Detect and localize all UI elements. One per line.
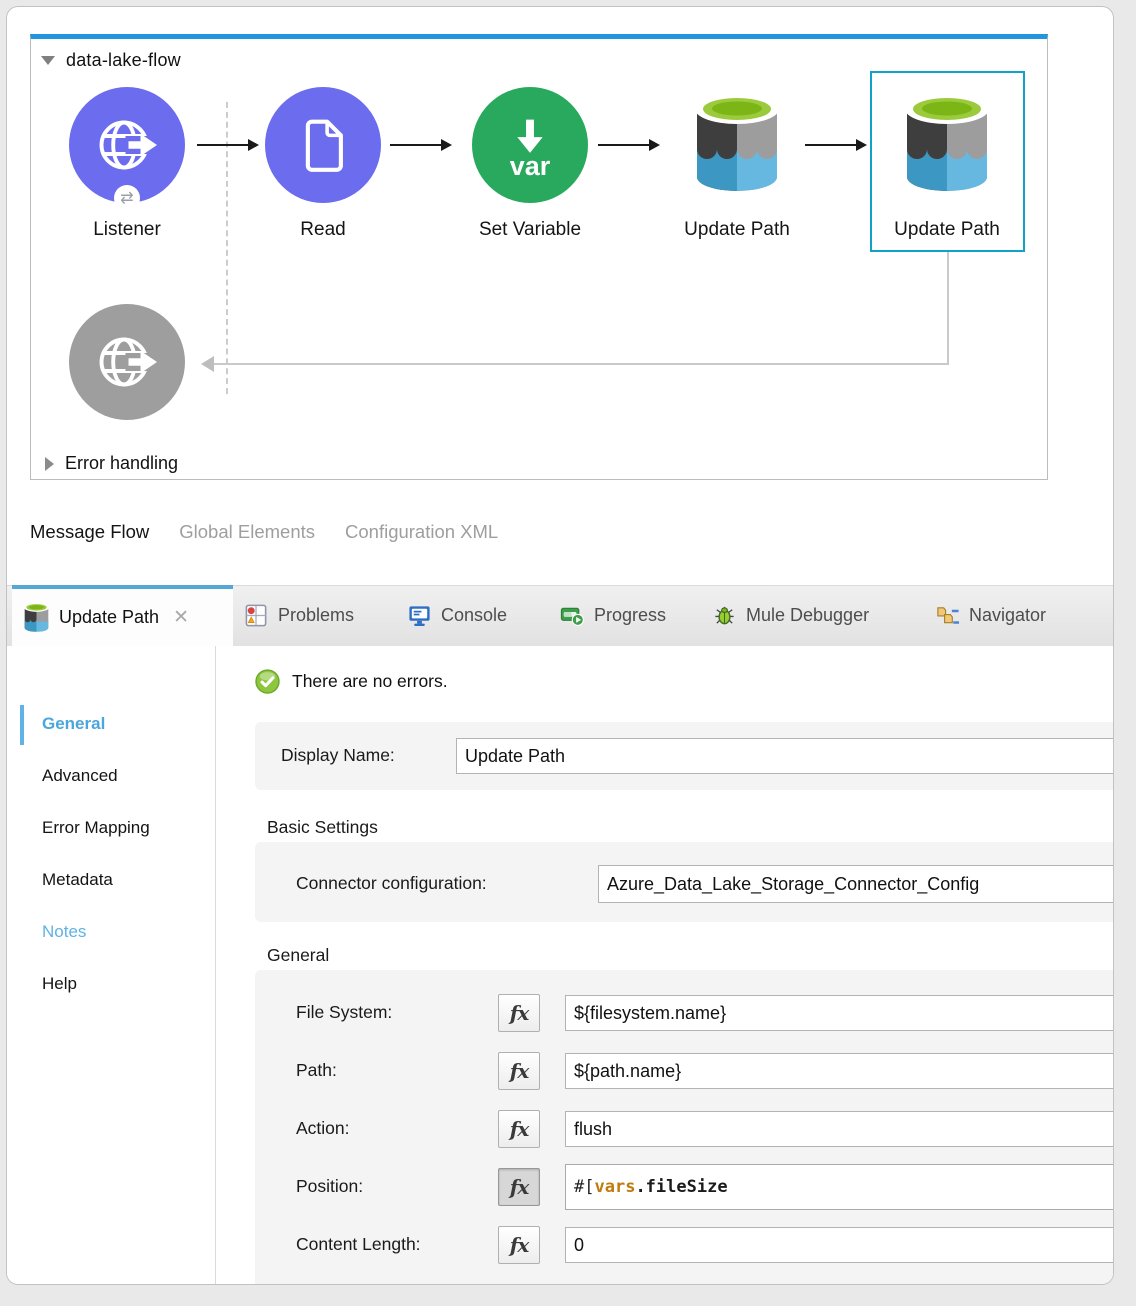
http-listener-gray-icon: [91, 326, 163, 398]
tab-update-path[interactable]: Update Path ✕: [12, 585, 233, 646]
flow-title: data-lake-flow: [66, 50, 181, 71]
adls-cylinder-icon: [23, 602, 50, 633]
node-label: Update Path: [647, 219, 827, 241]
error-handling-section[interactable]: Error handling: [45, 453, 178, 474]
tab-message-flow[interactable]: Message Flow: [30, 521, 149, 543]
check-icon: [255, 669, 280, 694]
fx-icon: fx: [510, 1117, 529, 1141]
fx-toggle-button-active[interactable]: fx: [498, 1168, 540, 1206]
node-label: Set Variable: [440, 219, 620, 241]
tab-mule-debugger[interactable]: Mule Debugger: [712, 585, 869, 646]
sidebar-item-metadata[interactable]: Metadata: [42, 870, 113, 890]
console-icon: [407, 603, 432, 628]
position-expression-input[interactable]: #[ vars .fileSize: [565, 1164, 1114, 1210]
file-system-input[interactable]: [565, 995, 1114, 1031]
fx-icon: fx: [510, 1233, 529, 1257]
flow-arrow: [197, 144, 257, 146]
var-text: var: [510, 151, 551, 181]
basic-settings-panel: Connector configuration:: [255, 842, 1114, 922]
file-system-label: File System:: [296, 1002, 392, 1023]
display-name-panel: Display Name:: [255, 722, 1114, 790]
flow-node-response-listener[interactable]: [69, 304, 185, 420]
flow-arrow: [390, 144, 450, 146]
editor-view-tabs: Message Flow Global Elements Configurati…: [30, 521, 498, 543]
sidebar-divider: [215, 646, 216, 1285]
fx-icon: fx: [510, 1175, 529, 1199]
tab-console[interactable]: Console: [407, 585, 507, 646]
flow-header[interactable]: data-lake-flow: [41, 50, 181, 71]
adls-cylinder-icon: [693, 91, 781, 195]
flow-node-set-variable[interactable]: var: [472, 87, 588, 203]
content-length-input[interactable]: [565, 1227, 1114, 1263]
content-length-label: Content Length:: [296, 1234, 421, 1255]
fx-toggle-button[interactable]: fx: [498, 994, 540, 1032]
flow-node-update-path-2[interactable]: [903, 91, 991, 200]
sidebar-item-help[interactable]: Help: [42, 974, 77, 994]
flow-arrow: [598, 144, 658, 146]
tab-global-elements[interactable]: Global Elements: [179, 521, 315, 543]
fx-toggle-button[interactable]: fx: [498, 1226, 540, 1264]
tab-label: Navigator: [969, 605, 1046, 626]
listener-exchange-badge: ⇄: [114, 185, 140, 211]
tab-label: Console: [441, 605, 507, 626]
flow-node-read[interactable]: [265, 87, 381, 203]
fx-icon: fx: [510, 1001, 529, 1025]
tab-label: Progress: [594, 605, 666, 626]
active-tab-label: Update Path: [59, 607, 159, 628]
fx-toggle-button[interactable]: fx: [498, 1110, 540, 1148]
path-label: Path:: [296, 1060, 337, 1081]
expression-prefix: #[: [574, 1177, 594, 1197]
path-input[interactable]: [565, 1053, 1114, 1089]
studio-window: data-lake-flow ⇄ Listener Read: [6, 6, 1114, 1285]
general-heading: General: [267, 945, 329, 966]
node-label: Listener: [37, 219, 217, 241]
tab-navigator[interactable]: Navigator: [935, 585, 1046, 646]
general-panel: File System: fx Path: fx Action: fx Posi…: [255, 970, 1114, 1285]
status-text: There are no errors.: [292, 671, 448, 692]
close-icon[interactable]: ✕: [173, 606, 189, 629]
fx-icon: fx: [510, 1059, 529, 1083]
return-connection-vertical: [947, 252, 949, 365]
navigator-icon: [935, 603, 960, 628]
connector-config-label: Connector configuration:: [296, 873, 487, 894]
tab-problems[interactable]: Problems: [244, 585, 354, 646]
connector-config-combo[interactable]: [598, 865, 1114, 903]
sidebar-item-notes[interactable]: Notes: [42, 922, 86, 942]
flow-node-update-path-1[interactable]: [693, 91, 781, 200]
tab-label: Problems: [278, 605, 354, 626]
expression-var: vars: [594, 1177, 635, 1197]
read-file-icon: [290, 112, 356, 178]
http-listener-icon: [91, 109, 163, 181]
return-arrowhead-icon: [201, 356, 214, 372]
return-connection-horizontal: [211, 363, 949, 365]
sidebar-item-advanced[interactable]: Advanced: [42, 766, 118, 786]
tab-label: Mule Debugger: [746, 605, 869, 626]
flow-arrow: [805, 144, 865, 146]
sidebar-selected-indicator: [20, 705, 24, 745]
action-label: Action:: [296, 1118, 350, 1139]
problems-icon: [244, 603, 269, 628]
node-label: Update Path: [857, 219, 1037, 241]
tab-progress[interactable]: Progress: [560, 585, 666, 646]
mule-debugger-icon: [712, 603, 737, 628]
expression-rest: .fileSize: [635, 1177, 727, 1197]
error-handling-label: Error handling: [65, 453, 178, 474]
tab-configuration-xml[interactable]: Configuration XML: [345, 521, 498, 543]
node-label: Read: [233, 219, 413, 241]
position-label: Position:: [296, 1176, 363, 1197]
exchange-icon: ⇄: [120, 188, 133, 208]
action-input[interactable]: [565, 1111, 1114, 1147]
set-variable-icon: var: [492, 107, 568, 183]
display-name-label: Display Name:: [281, 745, 395, 766]
basic-settings-heading: Basic Settings: [267, 817, 378, 838]
expand-triangle-icon[interactable]: [45, 457, 54, 471]
validation-status: There are no errors.: [255, 669, 448, 694]
display-name-input[interactable]: [456, 738, 1114, 774]
collapse-triangle-icon[interactable]: [41, 56, 55, 65]
adls-cylinder-icon: [903, 91, 991, 195]
fx-toggle-button[interactable]: fx: [498, 1052, 540, 1090]
progress-icon: [560, 603, 585, 628]
sidebar-item-general[interactable]: General: [42, 714, 105, 734]
sidebar-item-error-mapping[interactable]: Error Mapping: [42, 818, 150, 838]
